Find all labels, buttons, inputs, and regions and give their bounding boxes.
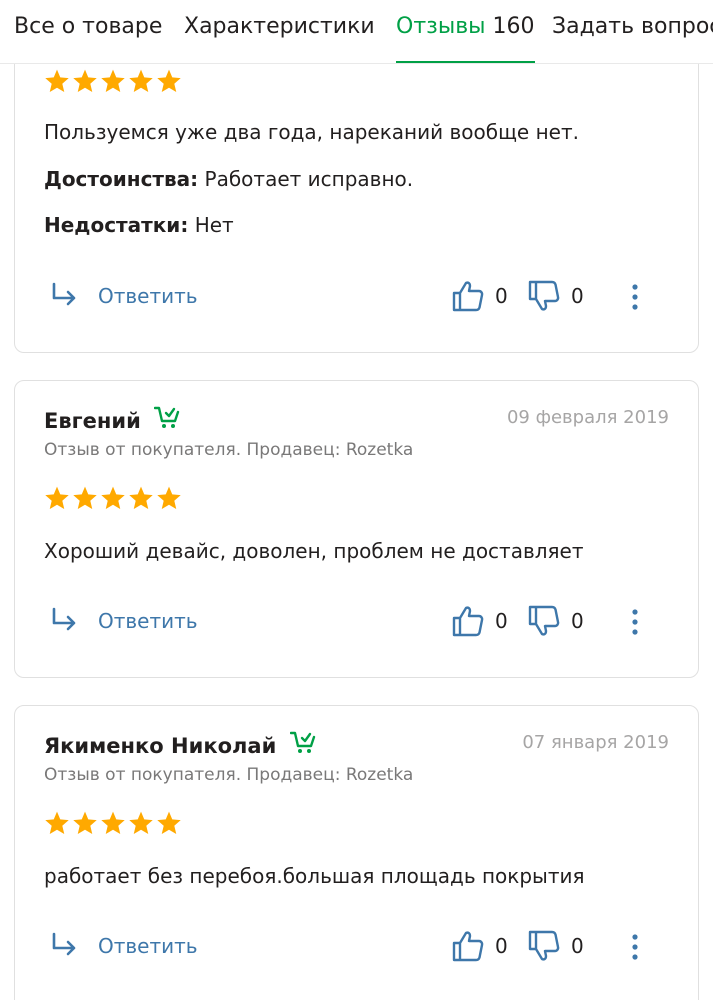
review-card: Якименко Николай 07 января 2019 Отзыв от…	[14, 705, 699, 1000]
review-text: работает без перебоя.большая площадь пок…	[44, 864, 585, 888]
review-cons: Недостатки: Нет	[44, 213, 234, 237]
reply-label: Ответить	[98, 284, 198, 308]
reply-label: Ответить	[98, 934, 198, 958]
dislike-button[interactable]: 0	[527, 604, 584, 638]
cart-check-icon	[289, 731, 315, 753]
star-icon	[157, 486, 181, 510]
active-tab-underline	[396, 61, 535, 63]
star-icon	[45, 486, 69, 510]
tab-label: Все о товаре	[14, 14, 163, 39]
review-card: Пользуемся уже два года, нареканий вообщ…	[14, 40, 699, 353]
reply-label: Ответить	[98, 609, 198, 633]
star-icon	[101, 69, 125, 93]
cons-label: Недостатки:	[44, 213, 189, 237]
thumbs-up-icon	[452, 931, 484, 962]
like-button[interactable]: 0	[451, 604, 508, 638]
rating-stars	[44, 68, 182, 96]
tab-label: Задать вопрос	[552, 14, 713, 39]
review-text: Пользуемся уже два года, нареканий вообщ…	[44, 120, 579, 144]
pros-text: Работает исправно.	[204, 167, 414, 191]
review-pros: Достоинства: Работает исправно.	[44, 167, 413, 191]
star-icon	[129, 69, 153, 93]
like-button[interactable]: 0	[451, 279, 508, 313]
rating-stars	[44, 810, 182, 838]
dislikes-count: 0	[571, 934, 584, 958]
review-meta: Отзыв от покупателя. Продавец: Rozetka	[44, 440, 414, 460]
likes-count: 0	[495, 609, 508, 633]
dislikes-count: 0	[571, 609, 584, 633]
star-icon	[101, 486, 125, 510]
star-icon	[45, 69, 69, 93]
author-name: Якименко Николай	[44, 734, 277, 758]
reply-button[interactable]: Ответить	[48, 281, 198, 311]
cons-text: Нет	[194, 213, 234, 237]
tab-ask-question[interactable]: Задать вопрос	[552, 14, 713, 63]
star-icon	[73, 486, 97, 510]
more-vertical-icon[interactable]	[629, 932, 641, 962]
pros-label: Достоинства:	[44, 167, 199, 191]
review-card: Евгений 09 февраля 2019 Отзыв от покупат…	[14, 380, 699, 678]
likes-count: 0	[495, 934, 508, 958]
reviews-count: 160	[492, 14, 535, 39]
cart-check-icon	[154, 406, 180, 428]
tab-reviews[interactable]: Отзывы 160	[396, 14, 535, 63]
more-vertical-icon[interactable]	[629, 607, 641, 637]
author-name: Евгений	[44, 409, 141, 433]
product-tabs: Все о товаре Характеристики Отзывы 160 З…	[0, 0, 713, 64]
reply-arrow-icon	[52, 932, 76, 956]
reply-button[interactable]: Ответить	[48, 606, 198, 636]
thumbs-down-icon	[528, 605, 560, 636]
more-vertical-icon[interactable]	[629, 282, 641, 312]
like-button[interactable]: 0	[451, 929, 508, 963]
reply-button[interactable]: Ответить	[48, 931, 198, 961]
reply-arrow-icon	[52, 282, 76, 306]
tab-characteristics[interactable]: Характеристики	[184, 14, 375, 63]
review-meta: Отзыв от покупателя. Продавец: Rozetka	[44, 765, 414, 785]
thumbs-up-icon	[452, 606, 484, 637]
dislike-button[interactable]: 0	[527, 929, 584, 963]
likes-count: 0	[495, 284, 508, 308]
review-author: Якименко Николай	[44, 730, 318, 758]
star-icon	[73, 69, 97, 93]
thumbs-up-icon	[452, 281, 484, 312]
thumbs-down-icon	[528, 280, 560, 311]
star-icon	[45, 811, 69, 835]
star-icon	[157, 69, 181, 93]
star-icon	[73, 811, 97, 835]
review-date: 09 февраля 2019	[506, 407, 669, 428]
star-icon	[129, 486, 153, 510]
reply-arrow-icon	[52, 607, 76, 631]
review-date: 07 января 2019	[522, 732, 669, 753]
tab-label: Отзывы	[396, 14, 486, 39]
tab-label: Характеристики	[184, 14, 375, 39]
star-icon	[101, 811, 125, 835]
review-text: Хороший девайс, доволен, проблем не дост…	[44, 539, 584, 563]
dislikes-count: 0	[571, 284, 584, 308]
review-author: Евгений	[44, 405, 182, 433]
rating-stars	[44, 485, 182, 513]
star-icon	[129, 811, 153, 835]
dislike-button[interactable]: 0	[527, 279, 584, 313]
star-icon	[157, 811, 181, 835]
thumbs-down-icon	[528, 930, 560, 961]
tab-all-about-product[interactable]: Все о товаре	[14, 14, 163, 63]
